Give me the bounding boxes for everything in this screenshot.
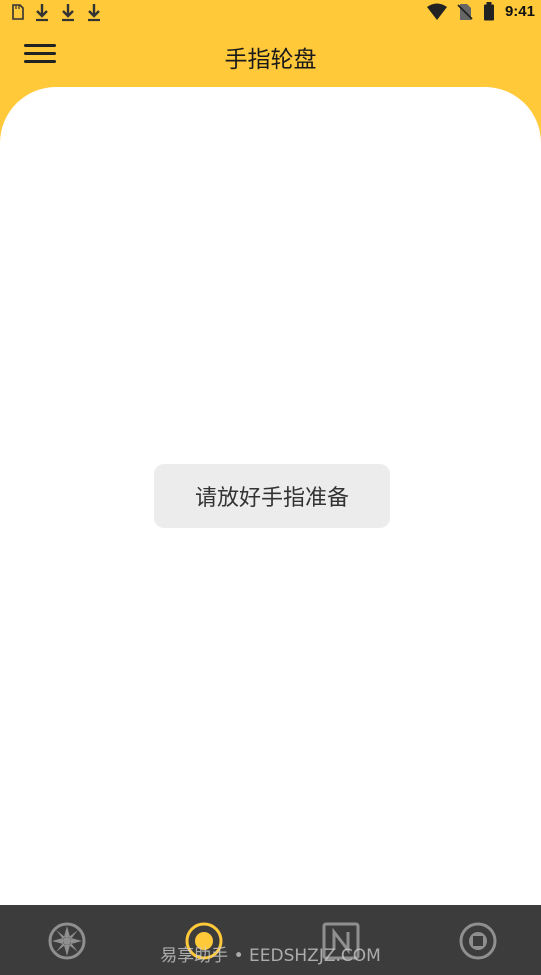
- status-bar: 9:41: [0, 0, 541, 26]
- n-box-icon: [319, 919, 363, 963]
- nav-wheel-button[interactable]: [45, 919, 89, 963]
- bottom-nav: 易享助手 • EEDSHZJZ.COM: [0, 905, 541, 975]
- app-bar: 手指轮盘: [0, 26, 541, 86]
- nav-finger-wheel-button[interactable]: [182, 919, 226, 963]
- status-left-icons: [10, 2, 102, 22]
- page-title: 手指轮盘: [224, 47, 317, 73]
- nav-n-button[interactable]: [319, 919, 363, 963]
- download-icon: [86, 2, 102, 22]
- target-dot-icon: [182, 919, 226, 963]
- download-icon: [34, 2, 50, 22]
- prompt-toast: 请放好手指准备: [154, 464, 390, 528]
- wheel-icon: [45, 919, 89, 963]
- nav-settings-button[interactable]: [456, 919, 500, 963]
- sd-card-icon: [10, 3, 24, 21]
- wifi-icon: [426, 3, 447, 21]
- battery-icon: [483, 2, 495, 21]
- circle-square-icon: [456, 919, 500, 963]
- download-icon: [60, 2, 76, 22]
- no-sim-icon: [457, 3, 473, 21]
- status-right-icons: 9:41: [426, 2, 535, 21]
- status-time: 9:41: [504, 3, 535, 20]
